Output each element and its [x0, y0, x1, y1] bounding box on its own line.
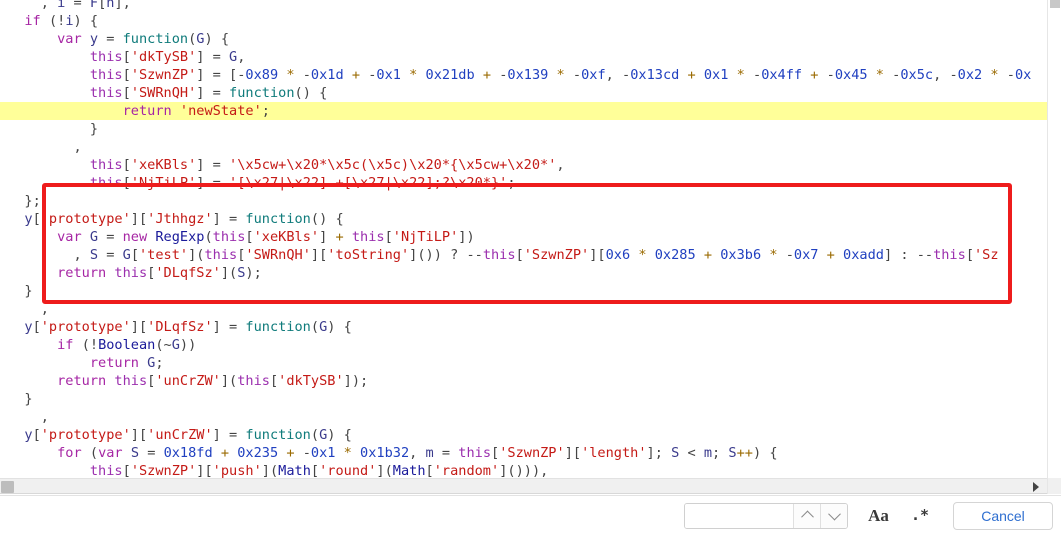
- code-line[interactable]: }: [0, 390, 1047, 408]
- regex-toggle-button[interactable]: .*: [905, 506, 935, 525]
- code-line[interactable]: this['SWRnQH'] = function() {: [0, 84, 1047, 102]
- code-line[interactable]: ,: [0, 138, 1047, 156]
- code-line[interactable]: , S = G['test'](this['SWRnQH']['toString…: [0, 246, 1047, 264]
- code-line[interactable]: y['prototype']['DLqfSz'] = function(G) {: [0, 318, 1047, 336]
- code-line[interactable]: };: [0, 192, 1047, 210]
- chevron-up-icon: [800, 510, 814, 524]
- code-content[interactable]: , i = F[n], if (!i) { var y = function(G…: [0, 0, 1047, 478]
- code-line[interactable]: y['prototype']['Jthhgz'] = function() {: [0, 210, 1047, 228]
- code-line[interactable]: for (var S = 0x18fd + 0x235 + -0x1 * 0x1…: [0, 444, 1047, 462]
- horizontal-scrollbar-thumb[interactable]: [1, 481, 14, 493]
- code-line[interactable]: this['dkTySB'] = G,: [0, 48, 1047, 66]
- code-line[interactable]: this['NjTiLP'] = '[\x27|\x22] +[\x27|\x2…: [0, 174, 1047, 192]
- horizontal-scrollbar[interactable]: [0, 478, 1047, 494]
- chevron-down-icon: [827, 507, 841, 521]
- match-case-button[interactable]: Aa: [862, 505, 895, 526]
- next-match-button[interactable]: [820, 503, 848, 528]
- cancel-button[interactable]: Cancel: [953, 501, 1053, 530]
- vertical-scrollbar-thumb[interactable]: [1050, 0, 1060, 8]
- code-line[interactable]: }: [0, 282, 1047, 300]
- code-line[interactable]: , i = F[n],: [0, 0, 1047, 12]
- code-line[interactable]: ,: [0, 408, 1047, 426]
- find-bar: Aa .* Cancel: [0, 495, 1061, 535]
- vertical-scrollbar[interactable]: [1047, 0, 1061, 478]
- code-line[interactable]: return G;: [0, 354, 1047, 372]
- find-input-group: [684, 502, 849, 529]
- code-line[interactable]: if (!i) {: [0, 12, 1047, 30]
- code-line[interactable]: return this['unCrZW'](this['dkTySB']);: [0, 372, 1047, 390]
- code-line[interactable]: return this['DLqfSz'](S);: [0, 264, 1047, 282]
- scroll-right-arrow-icon[interactable]: [1033, 482, 1039, 492]
- code-line[interactable]: this['SzwnZP']['push'](Math['round'](Mat…: [0, 462, 1047, 478]
- code-line[interactable]: }: [0, 120, 1047, 138]
- code-line[interactable]: this['SzwnZP'] = [-0x89 * -0x1d + -0x1 *…: [0, 66, 1047, 84]
- search-input[interactable]: [685, 503, 794, 528]
- code-line[interactable]: if (!Boolean(~G)): [0, 336, 1047, 354]
- scrollbar-corner: [1047, 478, 1061, 494]
- code-line[interactable]: return 'newState';: [0, 102, 1047, 120]
- code-line[interactable]: ,: [0, 300, 1047, 318]
- code-editor-viewport[interactable]: , i = F[n], if (!i) { var y = function(G…: [0, 0, 1047, 478]
- code-line[interactable]: this['xeKBls'] = '\x5cw+\x20*\x5c(\x5c)\…: [0, 156, 1047, 174]
- previous-match-button[interactable]: [793, 503, 821, 528]
- code-line[interactable]: y['prototype']['unCrZW'] = function(G) {: [0, 426, 1047, 444]
- code-line[interactable]: var y = function(G) {: [0, 30, 1047, 48]
- code-viewer-window: , i = F[n], if (!i) { var y = function(G…: [0, 0, 1061, 535]
- code-line[interactable]: var G = new RegExp(this['xeKBls'] + this…: [0, 228, 1047, 246]
